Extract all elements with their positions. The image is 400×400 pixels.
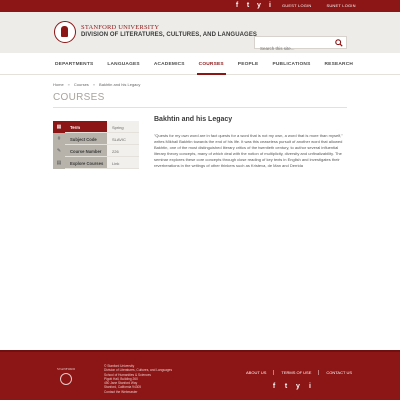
nav-departments[interactable]: DEPARTMENTS xyxy=(48,53,100,75)
nav-languages[interactable]: LANGUAGES xyxy=(100,53,146,75)
info-label: Subject Code xyxy=(65,133,107,144)
calendar-icon: ▦ xyxy=(53,121,65,133)
number-icon: ✎ xyxy=(53,145,65,157)
explore-icon: ▤ xyxy=(53,157,65,169)
breadcrumb-home[interactable]: Home xyxy=(53,82,64,87)
info-row-term: ▦ Term Spring xyxy=(53,121,139,133)
info-label: Course Number xyxy=(65,145,107,156)
search-box xyxy=(254,36,347,54)
breadcrumb-courses[interactable]: Courses xyxy=(74,82,89,87)
site-header: STANFORD UNIVERSITY DIVISION OF LITERATU… xyxy=(0,12,400,54)
top-bar: f t y i GUEST LOGIN SUNET LOGIN xyxy=(0,0,400,12)
explore-courses-link[interactable]: Link xyxy=(107,157,139,168)
course-title: Bakhtin and his Legacy xyxy=(154,116,233,123)
footer-links: ABOUT US TERMS OF USE CONTACT US xyxy=(246,370,359,375)
social-links-top: f t y i xyxy=(233,2,274,10)
main-nav: DEPARTMENTS LANGUAGES ACADEMICS COURSES … xyxy=(0,53,400,75)
nav-academics[interactable]: ACADEMICS xyxy=(147,53,192,75)
search-icon[interactable] xyxy=(335,39,343,47)
footer-seal-icon xyxy=(60,373,72,385)
info-row-subject-code: # Subject Code SLAVIC xyxy=(53,133,139,145)
instagram-icon[interactable]: i xyxy=(306,383,314,391)
info-value: 226 xyxy=(107,145,139,156)
footer-logo[interactable]: STANFORD xyxy=(53,367,79,385)
breadcrumb-current: Bakhtin and his Legacy xyxy=(99,82,141,87)
breadcrumb-separator: » xyxy=(92,82,96,87)
nav-research[interactable]: RESEARCH xyxy=(318,53,361,75)
info-label: Explore Courses xyxy=(65,157,107,168)
breadcrumb-separator: » xyxy=(67,82,70,87)
nav-people[interactable]: PEOPLE xyxy=(231,53,266,75)
footer-address: © Stanford University Division of Litera… xyxy=(104,364,172,394)
terms-of-use-link[interactable]: TERMS OF USE xyxy=(273,370,318,375)
breadcrumb: Home » Courses » Bakhtin and his Legacy xyxy=(53,82,140,87)
footer-logo-text: STANFORD xyxy=(56,367,76,371)
facebook-icon[interactable]: f xyxy=(233,2,241,10)
info-row-course-number: ✎ Course Number 226 xyxy=(53,145,139,157)
webmaster-link[interactable]: Contact the Webmaster xyxy=(104,390,172,394)
info-label: Term xyxy=(65,121,107,132)
sunet-login-link[interactable]: SUNET LOGIN xyxy=(326,3,355,8)
info-row-explore-courses: ▤ Explore Courses Link xyxy=(53,157,139,169)
address-line: Division of Literatures, Cultures, and L… xyxy=(104,368,173,373)
nav-publications[interactable]: PUBLICATIONS xyxy=(265,53,317,75)
stanford-seal-logo[interactable] xyxy=(54,21,76,43)
social-links-footer: f t y i xyxy=(270,383,314,391)
course-description: "Quests for my own word are in fact ques… xyxy=(154,133,343,169)
guest-login-link[interactable]: GUEST LOGIN xyxy=(282,3,311,8)
title-divider xyxy=(53,107,347,108)
twitter-icon[interactable]: t xyxy=(244,2,252,10)
course-info-table: ▦ Term Spring # Subject Code SLAVIC ✎ Co… xyxy=(53,121,139,169)
site-footer: STANFORD © Stanford University Division … xyxy=(0,350,400,400)
info-value: Spring xyxy=(107,121,139,132)
youtube-icon[interactable]: y xyxy=(255,2,263,10)
code-icon: # xyxy=(53,133,65,145)
instagram-icon[interactable]: i xyxy=(266,2,274,10)
contact-us-link[interactable]: CONTACT US xyxy=(318,370,359,375)
info-value: SLAVIC xyxy=(107,133,139,144)
university-name[interactable]: STANFORD UNIVERSITY xyxy=(81,24,159,31)
about-us-link[interactable]: ABOUT US xyxy=(246,370,273,375)
login-links: GUEST LOGIN SUNET LOGIN xyxy=(282,3,356,8)
division-name[interactable]: DIVISION OF LITERATURES, CULTURES, AND L… xyxy=(81,32,257,38)
nav-courses[interactable]: COURSES xyxy=(192,53,231,75)
twitter-icon[interactable]: t xyxy=(282,383,290,391)
youtube-icon[interactable]: y xyxy=(294,383,302,391)
facebook-icon[interactable]: f xyxy=(270,383,278,391)
page-title: COURSES xyxy=(53,92,105,103)
